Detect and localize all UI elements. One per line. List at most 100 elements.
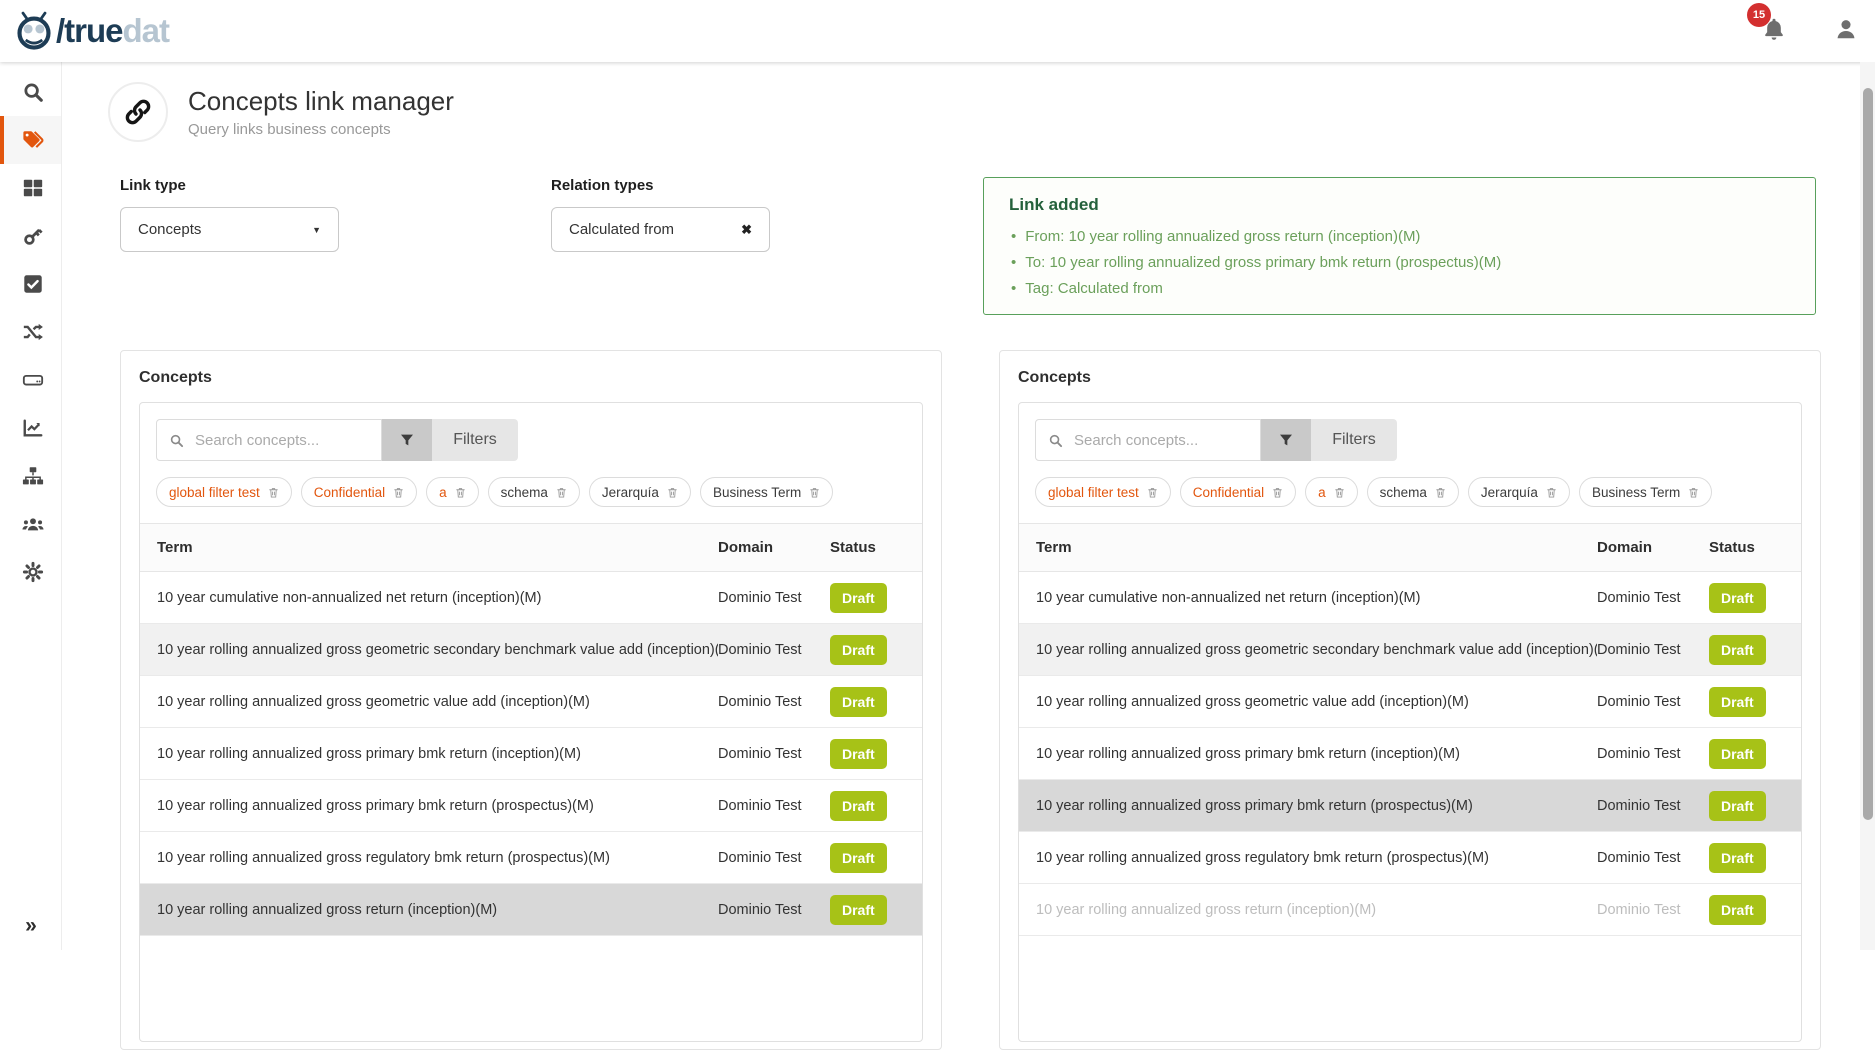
trash-icon[interactable] (1435, 486, 1446, 499)
table-row[interactable]: 10 year rolling annualized gross return … (140, 884, 922, 936)
filter-chip[interactable]: schema (1367, 477, 1459, 507)
search-input[interactable] (193, 431, 369, 450)
filters-button[interactable]: Filters (432, 419, 518, 461)
domain-cell: Dominio Test (1597, 902, 1709, 918)
brand-text: /truedat (56, 12, 169, 50)
status-badge: Draft (1709, 843, 1766, 873)
filter-chip[interactable]: schema (488, 477, 580, 507)
trash-icon[interactable] (667, 486, 678, 499)
page-title: Concepts link manager (188, 86, 454, 117)
status-cell: Draft (830, 583, 922, 613)
sidebar-item-concepts[interactable] (0, 116, 61, 164)
status-cell: Draft (1709, 895, 1801, 925)
table-row[interactable]: 10 year rolling annualized gross primary… (140, 780, 922, 832)
table-row[interactable]: 10 year rolling annualized gross geometr… (1019, 676, 1801, 728)
table-row[interactable]: 10 year rolling annualized gross geometr… (140, 676, 922, 728)
table-row[interactable]: 10 year rolling annualized gross primary… (140, 728, 922, 780)
table-row[interactable]: 10 year cumulative non-annualized net re… (1019, 572, 1801, 624)
column-domain: Domain (718, 539, 830, 556)
table-row[interactable]: 10 year rolling annualized gross regulat… (1019, 832, 1801, 884)
trash-icon[interactable] (393, 486, 404, 499)
filter-funnel-button[interactable] (382, 419, 432, 461)
trash-icon[interactable] (809, 486, 820, 499)
sidebar-item-structures[interactable] (0, 356, 61, 404)
sidebar-item-analytics[interactable] (0, 404, 61, 452)
filter-chip[interactable]: Business Term (700, 477, 833, 507)
term-cell: 10 year rolling annualized gross return … (1019, 902, 1597, 918)
sidebar-item-users[interactable] (0, 500, 61, 548)
status-cell: Draft (1709, 739, 1801, 769)
filters-button[interactable]: Filters (1311, 419, 1397, 461)
table-row[interactable]: 10 year cumulative non-annualized net re… (140, 572, 922, 624)
link-added-alert: Link added From: 10 year rolling annuali… (983, 177, 1816, 315)
filter-chip-label: Confidential (1193, 485, 1264, 500)
filter-chip[interactable]: Confidential (1180, 477, 1296, 507)
term-cell: 10 year rolling annualized gross geometr… (1019, 642, 1597, 658)
clear-icon[interactable]: ✖ (741, 222, 752, 238)
panel-title: Concepts (1018, 369, 1802, 387)
sidebar-item-lineage[interactable] (0, 308, 61, 356)
domain-cell: Dominio Test (1597, 590, 1709, 606)
sidebar-item-settings[interactable] (0, 548, 61, 596)
domain-cell: Dominio Test (718, 694, 830, 710)
table-row[interactable]: 10 year rolling annualized gross return … (1019, 884, 1801, 936)
link-type-value: Concepts (138, 221, 201, 238)
term-cell: 10 year rolling annualized gross primary… (1019, 798, 1597, 814)
trash-icon[interactable] (1546, 486, 1557, 499)
status-badge: Draft (830, 583, 887, 613)
filter-chip[interactable]: Jerarquía (1468, 477, 1570, 507)
alert-item-from: From: 10 year rolling annualized gross r… (1011, 228, 1790, 245)
filter-chip[interactable]: Confidential (301, 477, 417, 507)
sidebar-item-quality[interactable] (0, 260, 61, 308)
link-type-select[interactable]: Concepts ▼ (120, 207, 339, 252)
brand-logo[interactable]: /truedat (16, 11, 169, 51)
status-badge: Draft (1709, 895, 1766, 925)
filter-chip[interactable]: a (426, 477, 479, 507)
search-input[interactable] (1072, 431, 1248, 450)
sidebar-item-domains[interactable] (0, 452, 61, 500)
table-row[interactable]: 10 year rolling annualized gross geometr… (1019, 624, 1801, 676)
domain-cell: Dominio Test (1597, 746, 1709, 762)
filter-chip[interactable]: Business Term (1579, 477, 1712, 507)
filter-chip[interactable]: a (1305, 477, 1358, 507)
trash-icon[interactable] (268, 486, 279, 499)
page-subtitle: Query links business concepts (188, 121, 454, 138)
relation-types-select[interactable]: Calculated from ✖ (551, 207, 770, 252)
sidebar-item-dashboards[interactable] (0, 164, 61, 212)
status-cell: Draft (1709, 687, 1801, 717)
table-row[interactable]: 10 year rolling annualized gross regulat… (140, 832, 922, 884)
filter-chip[interactable]: global filter test (156, 477, 292, 507)
term-cell: 10 year rolling annualized gross regulat… (1019, 850, 1597, 866)
table-row[interactable]: 10 year rolling annualized gross geometr… (140, 624, 922, 676)
term-cell: 10 year cumulative non-annualized net re… (1019, 590, 1597, 606)
status-badge: Draft (830, 739, 887, 769)
filter-chip-label: Business Term (713, 485, 801, 500)
trash-icon[interactable] (1147, 486, 1158, 499)
user-menu-button[interactable] (1833, 16, 1859, 47)
status-cell: Draft (1709, 583, 1801, 613)
search-icon (1048, 433, 1063, 448)
trash-icon[interactable] (1688, 486, 1699, 499)
trash-icon[interactable] (556, 486, 567, 499)
sidebar: » (0, 62, 62, 950)
table-row[interactable]: 10 year rolling annualized gross primary… (1019, 728, 1801, 780)
notifications-button[interactable]: 15 (1761, 16, 1787, 47)
search-box (1035, 419, 1261, 461)
page-scrollbar-thumb[interactable] (1863, 88, 1873, 820)
trash-icon[interactable] (455, 486, 466, 499)
sidebar-item-permissions[interactable] (0, 212, 61, 260)
filter-chip-label: global filter test (1048, 485, 1139, 500)
sidebar-item-search[interactable] (0, 68, 61, 116)
table-row[interactable]: 10 year rolling annualized gross primary… (1019, 780, 1801, 832)
sidebar-expand-button[interactable]: » (0, 914, 62, 938)
filter-funnel-button[interactable] (1261, 419, 1311, 461)
filter-chip[interactable]: global filter test (1035, 477, 1171, 507)
status-badge: Draft (1709, 687, 1766, 717)
domain-cell: Dominio Test (1597, 694, 1709, 710)
filter-chip[interactable]: Jerarquía (589, 477, 691, 507)
page-scrollbar-track[interactable] (1860, 62, 1875, 950)
concepts-table: Term Domain Status 10 year cumulative no… (1019, 523, 1801, 936)
status-badge: Draft (1709, 635, 1766, 665)
trash-icon[interactable] (1334, 486, 1345, 499)
trash-icon[interactable] (1272, 486, 1283, 499)
